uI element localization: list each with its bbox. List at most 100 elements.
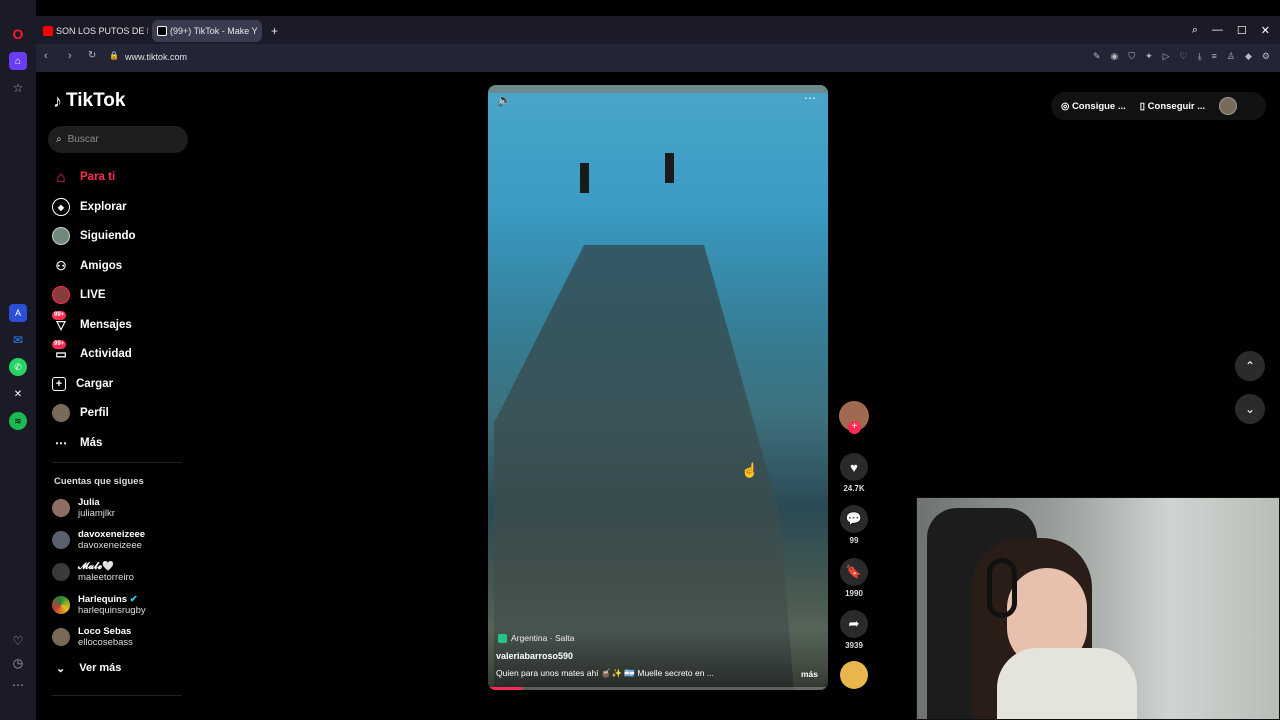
heart-icon[interactable]: ♡	[1180, 51, 1188, 62]
following-account[interactable]: Harlequins ✔ harlequinsrugby	[52, 594, 146, 616]
share-count: 3939	[845, 641, 863, 650]
nav-para-ti[interactable]: ⌂ Para ti	[52, 166, 115, 188]
account-name: 𝓜𝓪𝓵𝓮🤍	[78, 561, 114, 572]
chevron-up-icon: ⌃	[1244, 359, 1256, 373]
bookmark-icon: 🔖	[840, 558, 868, 586]
bookmark-icon[interactable]: ☆	[9, 79, 27, 97]
avatar	[52, 596, 70, 614]
home-icon[interactable]: ⌂	[9, 52, 27, 70]
history-icon[interactable]: ◷	[9, 654, 27, 672]
mouse-cursor-icon: ☝	[741, 462, 759, 478]
youtube-icon	[43, 26, 53, 36]
camera-icon[interactable]: ◉	[1111, 51, 1119, 62]
nav-perfil[interactable]: Perfil	[52, 402, 109, 424]
upload-icon: +	[52, 377, 66, 391]
aria-icon[interactable]: A	[9, 304, 27, 322]
nav-live[interactable]: LIVE	[52, 284, 106, 306]
next-video-button[interactable]: ⌄	[1235, 394, 1265, 424]
spotify-icon[interactable]: ≋	[9, 412, 27, 430]
location-icon	[498, 633, 507, 643]
music-disc-button[interactable]	[839, 661, 869, 689]
live-icon	[52, 286, 70, 304]
following-account[interactable]: Loco Sebas ellocosebass	[52, 626, 133, 648]
video-player[interactable]: 🔈 ⋯ Argentina · Salta valeriabarroso590 …	[488, 85, 828, 690]
play-icon[interactable]: ▷	[1163, 51, 1170, 62]
logo-text: TikTok	[66, 90, 126, 111]
nav-label: Siguiendo	[80, 230, 136, 242]
see-more-button[interactable]: ⌄ Ver más	[56, 662, 121, 675]
video-description: Quien para unos mates ahí 🧉✨ 🇦🇷 Muelle s…	[496, 668, 714, 678]
divider	[52, 695, 182, 696]
url-field[interactable]: www.tiktok.com	[125, 52, 187, 62]
search-icon[interactable]: ⌕	[1192, 24, 1198, 37]
x-icon[interactable]: ✕	[9, 385, 27, 403]
tab-youtube[interactable]: SON LOS PUTOS DE RIBE	[38, 20, 148, 42]
video-progress[interactable]	[488, 687, 828, 690]
get-app-button[interactable]: ▯ Conseguir ...	[1140, 101, 1205, 112]
nav-label: Amigos	[80, 260, 123, 272]
shield-icon[interactable]: ⛉	[1128, 51, 1135, 62]
pier-post	[665, 153, 674, 183]
tiktok-note-icon: ♪	[53, 90, 62, 111]
video-username[interactable]: valeriabarroso590	[496, 651, 573, 661]
account-icon[interactable]: ♙	[1227, 51, 1235, 62]
messenger-icon[interactable]: ✉	[9, 331, 27, 349]
new-tab-button[interactable]: +	[266, 20, 284, 42]
nav-amigos[interactable]: ⚇ Amigos	[52, 255, 123, 277]
description-more-button[interactable]: más	[801, 669, 818, 679]
creator-avatar-button[interactable]: +	[839, 401, 869, 434]
reload-icon[interactable]: ↻	[88, 50, 96, 61]
like-button[interactable]: ♥ 24.7K	[839, 453, 869, 493]
avatar	[52, 499, 70, 517]
comment-button[interactable]: 💬 99	[839, 505, 869, 545]
get-coins-button[interactable]: ◎ Consigue ...	[1061, 101, 1126, 112]
nav-label: Más	[80, 437, 103, 449]
settings-icon[interactable]: ⚙	[1262, 51, 1270, 62]
save-count: 1990	[845, 589, 863, 598]
heart-icon[interactable]: ♡	[9, 632, 27, 650]
following-account[interactable]: Julia juliamjlkr	[52, 497, 115, 519]
edit-icon[interactable]: ✎	[1093, 51, 1101, 62]
avatar-icon	[52, 227, 70, 245]
tab-tiktok[interactable]: (99+) TikTok - Make Y	[152, 20, 262, 42]
back-icon[interactable]: ‹	[44, 50, 48, 62]
location-tag[interactable]: Argentina · Salta	[498, 633, 574, 643]
nav-label: Para ti	[80, 171, 116, 183]
minimize-icon[interactable]: —	[1212, 24, 1223, 36]
volume-icon[interactable]: 🔈	[497, 93, 512, 107]
nav-cargar[interactable]: + Cargar	[52, 373, 113, 395]
menu-icon[interactable]: ≡	[1212, 51, 1217, 62]
notification-badge: 99+	[52, 340, 67, 349]
tiktok-logo[interactable]: ♪ TikTok	[53, 90, 125, 112]
extension-icon[interactable]: ✦	[1145, 51, 1153, 62]
previous-video-button[interactable]: ⌃	[1235, 351, 1265, 381]
account-handle: maleetorreiro	[78, 572, 134, 583]
chevron-down-icon: ⌄	[1244, 402, 1256, 416]
chevron-down-icon: ⌄	[56, 663, 66, 675]
following-account[interactable]: 𝓜𝓪𝓵𝓮🤍 maleetorreiro	[52, 561, 134, 583]
more-icon[interactable]: ⋯	[9, 676, 27, 694]
whatsapp-icon[interactable]: ✆	[9, 358, 27, 376]
more-options-icon[interactable]: ⋯	[804, 91, 816, 105]
search-input[interactable]: ⌕ Buscar	[48, 126, 188, 153]
share-button[interactable]: ➦ 3939	[839, 610, 869, 650]
nav-siguiendo[interactable]: Siguiendo	[52, 225, 136, 247]
lock-icon: 🔒	[109, 51, 119, 60]
follow-plus-icon[interactable]: +	[848, 421, 861, 434]
avatar[interactable]	[1219, 97, 1238, 115]
nav-mas[interactable]: ⋯ Más	[52, 432, 102, 454]
nav-label: Mensajes	[80, 319, 132, 331]
more-icon: ⋯	[55, 436, 67, 450]
nav-label: Explorar	[80, 201, 127, 213]
nav-actividad[interactable]: ▭ 99+ Actividad	[52, 340, 132, 365]
save-button[interactable]: 🔖 1990	[839, 558, 869, 598]
close-icon[interactable]: ✕	[1261, 24, 1270, 37]
maximize-icon[interactable]: ☐	[1237, 24, 1247, 37]
nav-explorar[interactable]: ◆ Explorar	[52, 196, 127, 218]
nav-mensajes[interactable]: ▽ 99+ Mensajes	[52, 311, 132, 336]
wallet-icon[interactable]: ◆	[1245, 51, 1252, 62]
opera-logo-icon[interactable]: O	[9, 25, 27, 43]
forward-icon[interactable]: ›	[68, 50, 72, 62]
following-account[interactable]: davoxeneizeee davoxeneizeee	[52, 529, 145, 551]
download-icon[interactable]: ⤓	[1198, 51, 1202, 62]
